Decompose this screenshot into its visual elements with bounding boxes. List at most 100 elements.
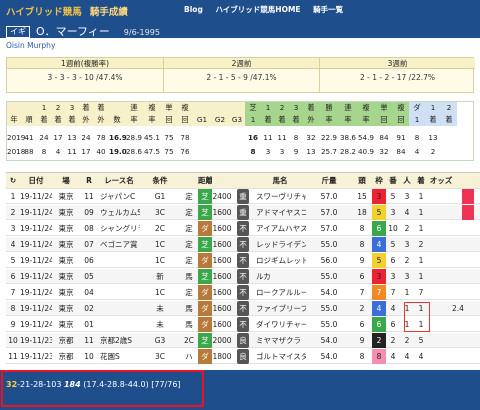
table-cell: 8 <box>372 349 386 364</box>
stats-header-cell <box>7 102 21 114</box>
table-cell: 5 <box>390 192 396 201</box>
stats-cell: 9 <box>293 147 299 156</box>
table-row[interactable]: 6 19-11/24 東京 05 新馬芝 1600 不ルカ 55.0 6 3 3 3 1 <box>6 269 480 284</box>
stats-cell: 28.6 <box>125 147 142 156</box>
stats-header-cell: 外 <box>303 114 319 126</box>
stats-header-cell: G2 <box>211 114 229 126</box>
table-row[interactable]: 5 19-11/24 東京 06 1C 定ダ 1600 不ロジギムレット 56.0 9 5 6 2 1 <box>6 253 480 268</box>
table-cell: 19-11/24 <box>20 192 52 201</box>
table-cell <box>98 301 140 316</box>
stats-header-cell: 1 <box>409 114 425 126</box>
table-cell: 重 <box>237 205 249 220</box>
stats-header-cell: 1 <box>245 114 261 126</box>
table-cell: 4 <box>390 352 396 361</box>
table-row[interactable]: 10 19-11/23 京都 11 京都2歳S G3 2C 芝 2000 良ミヤマザクラ 54.0 9… <box>6 333 480 348</box>
stats-cell: 32 <box>379 147 389 156</box>
stats-header-cell: 率 <box>143 114 161 126</box>
table-cell: 57.0 <box>320 224 338 233</box>
stats-header-cell <box>21 102 37 114</box>
table-cell: 3 <box>10 224 16 233</box>
table-cell: 5 <box>390 240 396 249</box>
table-cell: ダ <box>198 221 212 236</box>
table-cell: 7 <box>10 288 16 297</box>
stats-header-cell: 1 <box>261 102 275 114</box>
table-cell: ロジギムレット <box>256 256 306 265</box>
table-row[interactable]: 2 19-11/24 東京 09 ウェルカムS 3C 定芝1600 重アドマイヤスコール 57.… <box>6 205 480 220</box>
table-cell: 不 <box>237 317 249 332</box>
table-cell: 18 <box>357 208 367 217</box>
table-cell: ジャパンC <box>100 192 136 201</box>
table-cell: 5 <box>372 253 386 268</box>
nav-jockey-list[interactable]: 騎手一覧 <box>313 5 343 14</box>
table-cell: 3C <box>154 352 165 361</box>
stats-header-cell: 複 <box>177 102 193 114</box>
table-cell: アイアムハヤスギル <box>256 224 306 233</box>
stats-header-cell <box>229 102 245 114</box>
table-cell: 馬 <box>185 320 193 329</box>
table-cell: 不 <box>237 285 249 300</box>
table-cell: 東京 <box>58 320 74 329</box>
table-cell: 1800 <box>212 352 232 361</box>
refresh-icon[interactable]: ↻ <box>6 173 20 189</box>
table-cell: 19-11/24 <box>20 208 52 217</box>
stats-cell: 78 <box>96 133 106 142</box>
table-cell: シャングリラ <box>100 224 140 233</box>
table-cell <box>98 285 140 300</box>
stats-header-cell: G1 <box>193 114 211 126</box>
table-cell: 不 <box>237 269 249 284</box>
table-cell: 01 <box>84 320 94 329</box>
table-cell: 09 <box>84 208 94 217</box>
table-row[interactable]: 719-11/24東京041C定ダ1600不ロークアルルージュ54.077717 <box>6 285 480 300</box>
table-cell: 1 <box>418 272 424 281</box>
table-cell: 9 <box>10 320 16 329</box>
stats-cell: 78 <box>180 133 190 142</box>
table-cell: 7 <box>418 288 424 297</box>
stats-cell: 28.2 <box>339 147 356 156</box>
stats-header-cell: 勝 <box>319 102 339 114</box>
stats-header-cell: 率 <box>125 114 143 126</box>
stats-cell: 11 <box>277 133 287 142</box>
nav-blog[interactable]: Blog <box>184 5 203 14</box>
stats-header-cell: 単 <box>375 102 393 114</box>
column-header: 番 <box>389 176 397 185</box>
table-cell: ハ <box>185 352 193 361</box>
table-row[interactable]: 1119-11/23 京都 10 花園S 3C ハダ1800 良ゴルトマイスター 54.0 88… <box>6 349 480 364</box>
table-cell: 2 <box>404 256 410 265</box>
table-cell: 08 <box>84 224 94 233</box>
table-cell: ダ <box>198 253 212 268</box>
stats-header-cell: 3 <box>65 102 79 114</box>
table-cell: 定 <box>185 240 193 249</box>
table-cell: 東京 <box>58 272 74 281</box>
stats-cell <box>229 132 245 144</box>
table-cell: 2400 <box>212 192 232 201</box>
table-cell: 馬 <box>185 272 193 281</box>
footer-highlight-box <box>1 370 204 407</box>
stats-cell: 19.0 <box>109 147 127 156</box>
table-cell: 19-11/24 <box>20 304 52 313</box>
stats-cell: 76 <box>180 147 190 156</box>
table-row[interactable]: 4 19-11/24 東京 07 ベゴニア賞 1C 定芝 1600 不レッドライデン 55.0 8 4… <box>6 237 480 252</box>
table-cell: 1 <box>10 192 16 201</box>
column-header: 場 <box>62 176 70 185</box>
stats-header-cell: 数 <box>109 114 125 126</box>
site-title[interactable]: ハイブリッド競馬 騎手成績 <box>6 4 128 18</box>
column-header: レース名 <box>104 176 134 185</box>
stats-header-cell <box>211 102 229 114</box>
table-cell: 55.0 <box>320 304 338 313</box>
stats-cell: 91 <box>396 133 406 142</box>
table-cell: ミヤマザクラ <box>256 336 301 345</box>
table-cell: 定 <box>185 256 193 265</box>
table-row[interactable]: 3 19-11/24 東京 08 シャングリラ 2C 定ダ1600 不アイアムハヤスギル 57.… <box>6 221 480 236</box>
stats-cell: 84 <box>396 147 406 156</box>
table-cell: 6 <box>372 221 386 236</box>
table-row[interactable]: 1 19-11/24 東京 11 ジャパンC G1 定芝2400 重スワーヴリチャード 57.0… <box>6 189 480 204</box>
birth-date: 9/6-1995 <box>123 28 160 37</box>
table-cell: 新 <box>156 272 164 281</box>
stats-cell: 11 <box>263 133 273 142</box>
nationality-badge: イギ <box>6 26 30 38</box>
column-header <box>180 173 198 189</box>
nav-home[interactable]: ハイブリッド競馬HOME <box>215 5 300 14</box>
column-header: 条件 <box>152 176 168 185</box>
stats-cell: 75 <box>164 133 174 142</box>
table-cell: 5 <box>10 256 16 265</box>
